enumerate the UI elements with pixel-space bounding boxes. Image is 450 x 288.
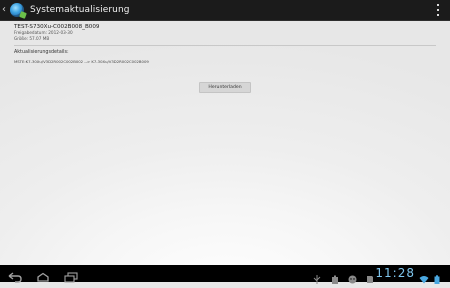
home-icon[interactable]: [35, 268, 51, 282]
system-navbar: 11:28: [0, 265, 450, 284]
details-value: MSTE:K7-30Xu/V3D2R002C002B002 --> K7-30X…: [14, 59, 149, 65]
back-icon[interactable]: [7, 268, 23, 283]
action-bar: ‹ Systemaktualisierung: [0, 0, 450, 21]
recent-apps-icon[interactable]: [63, 268, 79, 283]
page-title: Systemaktualisierung: [30, 5, 130, 15]
overflow-menu-icon[interactable]: [437, 4, 440, 16]
download-button[interactable]: Herunterladen: [199, 82, 251, 93]
divider: [14, 45, 436, 47]
android-debug-icon: [348, 269, 357, 284]
file-size: Größe: 57.07 MB: [14, 35, 50, 41]
sd-card-icon: [366, 269, 374, 283]
back-chevron-icon[interactable]: ‹: [2, 0, 8, 20]
clock: 11:28: [375, 266, 415, 280]
wifi-icon: [419, 269, 429, 284]
details-label: Aktualisierungsdetails:: [14, 50, 69, 56]
update-info: TEST-S730Xu-C002B008_B009 Freigabedatum:…: [14, 22, 436, 64]
usb-icon: [313, 269, 321, 284]
battery-icon: [434, 269, 440, 284]
app-globe-icon[interactable]: [10, 3, 24, 17]
battery-full-icon: [331, 269, 339, 284]
